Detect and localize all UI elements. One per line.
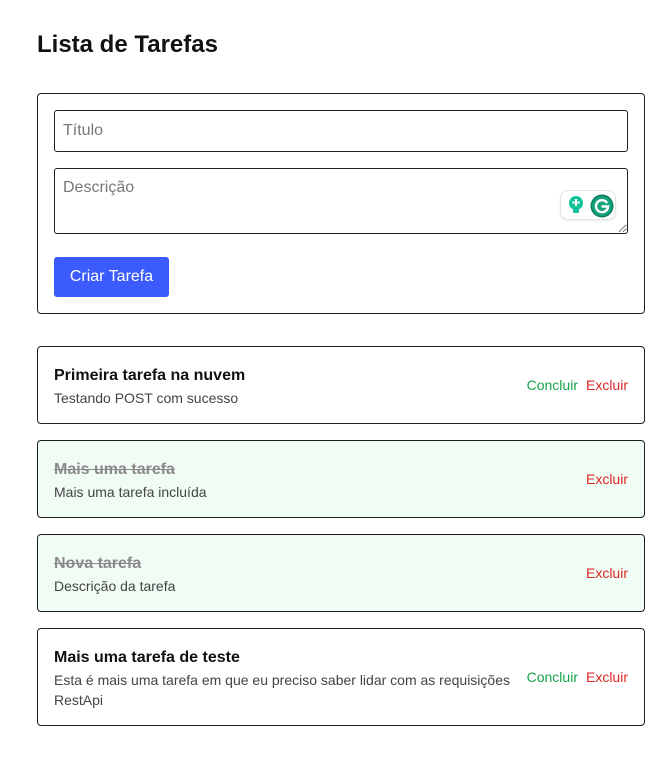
task-actions: Concluir Excluir [527, 376, 628, 394]
task-item: Mais uma tarefa de teste Esta é mais uma… [37, 628, 645, 726]
delete-button[interactable]: Excluir [586, 668, 628, 686]
new-task-form: Criar Tarefa [37, 93, 645, 314]
task-description-input[interactable] [54, 168, 628, 234]
delete-button[interactable]: Excluir [586, 470, 628, 488]
task-description-wrapper [54, 168, 628, 234]
task-title: Mais uma tarefa de teste [54, 649, 240, 666]
task-actions: Excluir [586, 470, 628, 488]
task-item: Primeira tarefa na nuvem Testando POST c… [37, 346, 645, 424]
task-text: Mais uma tarefa Mais uma tarefa incluída [54, 460, 524, 502]
task-text: Primeira tarefa na nuvem Testando POST c… [54, 366, 524, 408]
lightbulb-icon[interactable] [565, 194, 587, 216]
delete-button[interactable]: Excluir [586, 376, 628, 394]
conclude-button[interactable]: Concluir [527, 668, 578, 686]
task-description: Testando POST com sucesso [54, 390, 239, 406]
grammarly-g-icon[interactable] [590, 194, 613, 218]
task-description: Esta é mais uma tarefa em que eu preciso… [54, 672, 510, 708]
task-title: Primeira tarefa na nuvem [54, 367, 246, 384]
task-description: Mais uma tarefa incluída [54, 484, 207, 500]
task-actions: Excluir [586, 564, 628, 582]
task-item-completed: Mais uma tarefa Mais uma tarefa incluída… [37, 440, 645, 518]
task-actions: Concluir Excluir [527, 668, 628, 686]
page: Lista de Tarefas Título Descrição Criar … [0, 0, 666, 768]
task-title: Nova tarefa [54, 555, 142, 572]
grammarly-widget[interactable] [560, 190, 616, 220]
delete-button[interactable]: Excluir [586, 564, 628, 582]
conclude-button[interactable]: Concluir [527, 376, 578, 394]
create-task-button[interactable]: Criar Tarefa [54, 257, 169, 297]
task-item-completed: Nova tarefa Descrição da tarefa Excluir [37, 534, 645, 612]
task-text: Nova tarefa Descrição da tarefa [54, 554, 524, 596]
task-text: Mais uma tarefa de teste Esta é mais uma… [54, 648, 524, 710]
task-description: Descrição da tarefa [54, 578, 176, 594]
task-title: Mais uma tarefa [54, 461, 175, 478]
task-title-input[interactable] [54, 110, 628, 152]
page-title: Lista de Tarefas [37, 31, 218, 58]
